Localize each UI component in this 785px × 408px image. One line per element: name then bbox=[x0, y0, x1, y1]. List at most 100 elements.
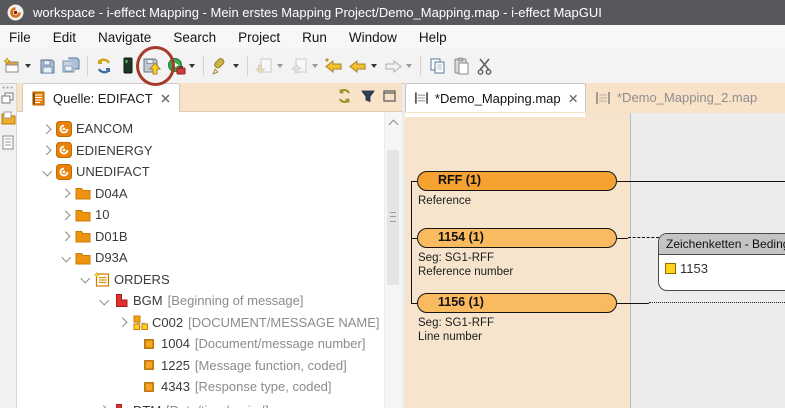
chevron-right-icon[interactable] bbox=[58, 190, 74, 197]
refresh-button[interactable] bbox=[92, 54, 116, 78]
node-1156-seg: Seg: SG1-RFF bbox=[418, 317, 494, 331]
chevron-right-icon[interactable] bbox=[39, 126, 55, 133]
close-icon[interactable] bbox=[569, 94, 577, 103]
tree-scrollbar[interactable] bbox=[384, 112, 402, 408]
paste-button[interactable] bbox=[449, 54, 473, 78]
tree-item-bgm[interactable]: BGM [Beginning of message] bbox=[17, 290, 385, 312]
forward-dropdown-caret[interactable] bbox=[406, 64, 412, 68]
new-wizard-button[interactable] bbox=[0, 54, 24, 78]
folder-icon bbox=[74, 208, 92, 222]
chevron-down-icon[interactable] bbox=[58, 256, 74, 261]
segment-icon bbox=[112, 293, 130, 308]
ieffect-standard-icon bbox=[55, 164, 73, 180]
tree-item-1225[interactable]: 1225 [Message function, coded] bbox=[17, 355, 385, 377]
save-all-button[interactable] bbox=[59, 54, 83, 78]
tree-bracket-line bbox=[411, 181, 412, 304]
prev-annotation-caret[interactable] bbox=[312, 64, 318, 68]
editor-tab-bar: *Demo_Mapping.map *Demo_Mapping_2.map bbox=[405, 83, 785, 113]
mapping-line-1154-dashed bbox=[628, 237, 659, 238]
chevron-right-icon[interactable] bbox=[39, 147, 55, 154]
close-icon[interactable] bbox=[161, 94, 170, 103]
tree-item-1004[interactable]: 1004 [Document/message number] bbox=[17, 333, 385, 355]
source-panel-title: Quelle: EDIFACT bbox=[53, 91, 153, 106]
node-rff[interactable]: RFF (1) bbox=[417, 171, 617, 191]
chevron-right-icon[interactable] bbox=[115, 319, 131, 326]
cut-button[interactable] bbox=[473, 54, 497, 78]
source-panel: Quelle: EDIFACT bbox=[17, 84, 402, 408]
copy-button[interactable] bbox=[425, 54, 449, 78]
menu-search[interactable]: Search bbox=[162, 27, 227, 48]
pen-dropdown-caret[interactable] bbox=[233, 64, 239, 68]
message-type-icon bbox=[93, 272, 111, 287]
next-annotation-caret[interactable] bbox=[277, 64, 283, 68]
back-dropdown-caret[interactable] bbox=[371, 64, 377, 68]
chevron-down-icon[interactable] bbox=[39, 170, 55, 175]
pen-button[interactable] bbox=[208, 54, 232, 78]
edifact-source-icon bbox=[32, 91, 47, 106]
function-box-title: Zeichenketten - Beding bbox=[659, 234, 785, 255]
new-dropdown-caret[interactable] bbox=[25, 64, 31, 68]
tree-item-unedifact[interactable]: UNEDIFACT bbox=[17, 161, 385, 183]
node-rff-label: Reference bbox=[418, 195, 471, 209]
mapping-line-1156-dotted bbox=[649, 302, 785, 303]
document-view-icon[interactable] bbox=[1, 135, 15, 150]
prev-annotation-button[interactable] bbox=[287, 54, 311, 78]
source-panel-tab[interactable]: Quelle: EDIFACT bbox=[22, 83, 180, 112]
run-dropdown-caret[interactable] bbox=[189, 64, 195, 68]
last-edit-location-button[interactable]: * bbox=[322, 54, 346, 78]
mapping-line-1154 bbox=[616, 238, 628, 239]
maximize-icon[interactable] bbox=[383, 90, 396, 102]
tree-item-orders[interactable]: ORDERS bbox=[17, 269, 385, 291]
tree-item-d04a[interactable]: D04A bbox=[17, 183, 385, 205]
menu-run[interactable]: Run bbox=[291, 27, 338, 48]
node-1154[interactable]: 1154 (1) bbox=[417, 228, 617, 248]
tree-item-dtm-clipped[interactable]: DTM [Date/time/period] bbox=[17, 400, 385, 408]
save-button[interactable] bbox=[35, 54, 59, 78]
menu-navigate[interactable]: Navigate bbox=[87, 27, 162, 48]
menu-help[interactable]: Help bbox=[408, 27, 458, 48]
run-button[interactable] bbox=[164, 54, 188, 78]
application-window: workspace - i-effect Mapping - Mein erst… bbox=[0, 0, 785, 408]
next-annotation-button[interactable] bbox=[252, 54, 276, 78]
restore-view-icon[interactable] bbox=[1, 92, 15, 105]
source-panel-header: Quelle: EDIFACT bbox=[17, 83, 402, 112]
mapping-editor: *Demo_Mapping.map *Demo_Mapping_2.map bbox=[405, 84, 785, 408]
menu-edit[interactable]: Edit bbox=[42, 27, 87, 48]
chevron-right-icon[interactable] bbox=[58, 212, 74, 219]
strip-drag-handle[interactable] bbox=[2, 86, 14, 89]
tree-item-d01b[interactable]: D01B bbox=[17, 226, 385, 248]
menu-project[interactable]: Project bbox=[227, 27, 291, 48]
node-1156[interactable]: 1156 (1) bbox=[417, 293, 617, 313]
forward-button[interactable] bbox=[381, 54, 405, 78]
chevron-down-icon[interactable] bbox=[77, 277, 93, 282]
scroll-up-arrow[interactable] bbox=[389, 120, 399, 130]
export-mapping-button[interactable] bbox=[140, 54, 164, 78]
filter-icon[interactable] bbox=[361, 89, 375, 103]
node-1154-seg: Seg: SG1-RFF bbox=[418, 252, 494, 266]
chevron-right-icon[interactable] bbox=[58, 233, 74, 240]
parameter-icon bbox=[665, 263, 676, 274]
tree-item-d93a[interactable]: D93A bbox=[17, 247, 385, 269]
scrollbar-thumb[interactable] bbox=[387, 150, 399, 285]
mapping-canvas[interactable]: RFF (1) Reference 1154 (1) Seg: SG1-RFF … bbox=[405, 113, 785, 408]
tree-item-c002[interactable]: C002 [DOCUMENT/MESSAGE NAME] bbox=[17, 312, 385, 334]
project-folder-icon[interactable] bbox=[1, 111, 16, 125]
tree-item-4343[interactable]: 4343 [Response type, coded] bbox=[17, 376, 385, 398]
chevron-down-icon[interactable] bbox=[96, 299, 112, 304]
terminal-button[interactable] bbox=[116, 54, 140, 78]
back-button[interactable] bbox=[346, 54, 370, 78]
tab-demo-mapping[interactable]: *Demo_Mapping.map bbox=[405, 83, 586, 112]
tree-item-eancom[interactable]: EANCOM bbox=[17, 118, 385, 140]
window-title: workspace - i-effect Mapping - Mein erst… bbox=[33, 5, 602, 20]
tree-item-10[interactable]: 10 bbox=[17, 204, 385, 226]
mapping-line-rff bbox=[616, 181, 785, 182]
function-box-zeichenketten[interactable]: Zeichenketten - Beding 1153 bbox=[658, 233, 785, 291]
link-with-editor-icon[interactable] bbox=[336, 88, 353, 104]
tab-demo-mapping-2[interactable]: *Demo_Mapping_2.map bbox=[587, 83, 777, 112]
mapping-file-icon bbox=[414, 91, 429, 105]
function-box-item-1153[interactable]: 1153 bbox=[665, 261, 785, 276]
tree-item-edienergy[interactable]: EDIENERGY bbox=[17, 140, 385, 162]
menu-window[interactable]: Window bbox=[338, 27, 408, 48]
app-logo-icon bbox=[7, 4, 24, 21]
menu-file[interactable]: File bbox=[0, 27, 42, 48]
